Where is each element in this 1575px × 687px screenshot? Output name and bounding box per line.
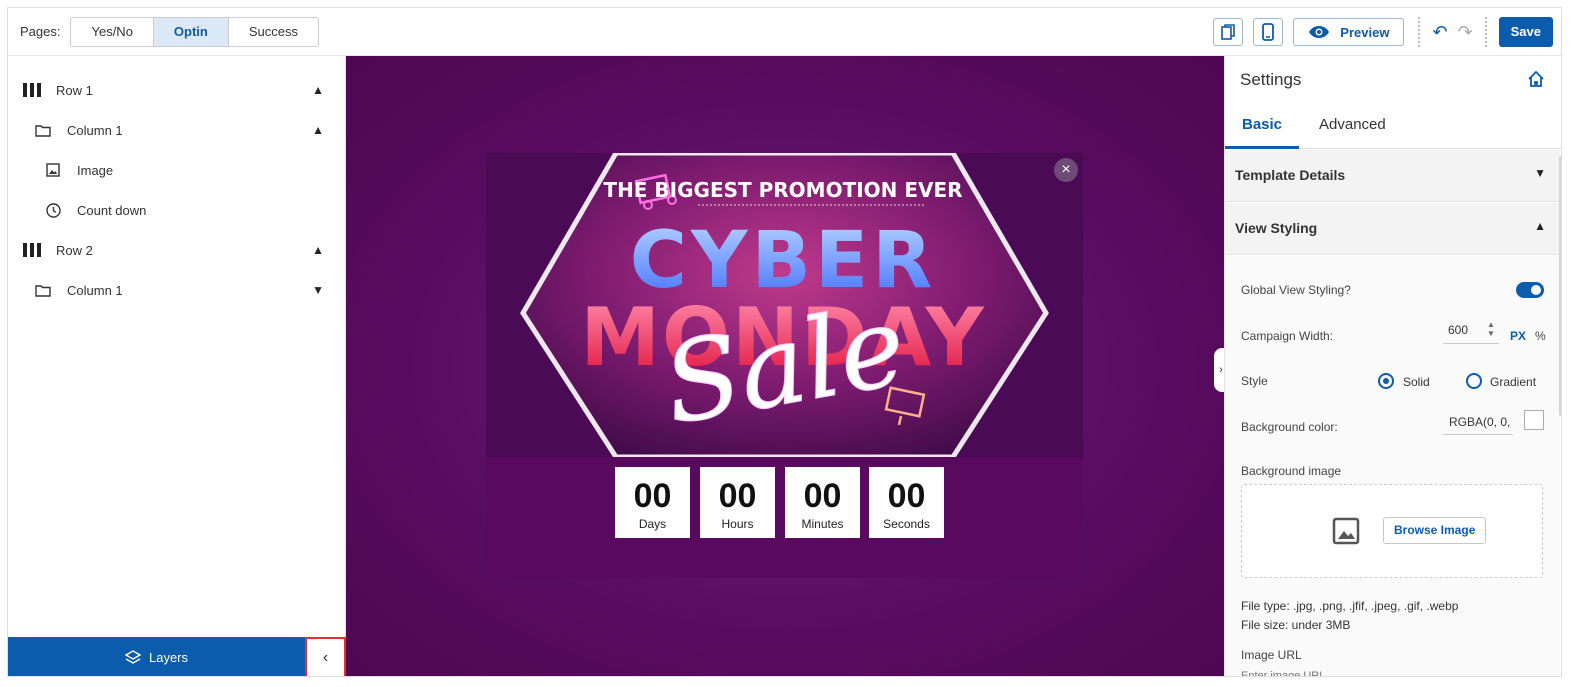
promo-banner-image[interactable]: THE BIGGEST PROMOTION EVER CYBER MONDAY … bbox=[486, 153, 1083, 457]
layer-label: Row 1 bbox=[56, 82, 93, 98]
page-tab-success[interactable]: Success bbox=[229, 18, 318, 46]
background-image-dropzone[interactable]: Browse Image bbox=[1241, 484, 1543, 578]
accordion-title: Template Details bbox=[1235, 167, 1346, 183]
collapse-panel-button[interactable]: ‹ bbox=[305, 637, 346, 676]
tab-basic[interactable]: Basic bbox=[1225, 103, 1299, 149]
background-image-label: Background image bbox=[1241, 464, 1342, 478]
color-swatch[interactable] bbox=[1524, 410, 1544, 430]
view-styling-body: Global View Styling? Campaign Width: 600… bbox=[1225, 256, 1560, 676]
layers-label: Layers bbox=[148, 650, 189, 665]
row-icon bbox=[23, 83, 41, 97]
top-toolbar: Pages: Yes/No Optin Success Preview ↶ ↷ … bbox=[8, 8, 1561, 56]
layer-column-1[interactable]: Column 1 ▲ bbox=[35, 110, 346, 150]
countdown-seconds: 00 Seconds bbox=[869, 467, 944, 538]
preview-button[interactable]: Preview bbox=[1293, 18, 1405, 46]
redo-icon[interactable]: ↷ bbox=[1458, 22, 1473, 43]
image-url-input[interactable] bbox=[1241, 670, 1543, 676]
chevron-up-icon[interactable]: ▲ bbox=[312, 123, 324, 137]
folder-icon bbox=[35, 284, 51, 297]
background-color-input[interactable]: RGBA(0, 0, 0 bbox=[1443, 407, 1513, 435]
desktop-view-button[interactable] bbox=[1213, 18, 1244, 46]
layer-row-1[interactable]: Row 1 ▲ bbox=[23, 70, 346, 110]
layer-label: Column 1 bbox=[67, 122, 123, 138]
layer-label: Count down bbox=[77, 202, 147, 218]
layer-label: Row 2 bbox=[56, 242, 93, 258]
image-placeholder-icon bbox=[1332, 517, 1360, 545]
chevron-up-icon[interactable]: ▲ bbox=[312, 243, 324, 257]
layer-column-1[interactable]: Column 1 ▼ bbox=[35, 270, 346, 310]
unit-percent-option[interactable]: % bbox=[1535, 329, 1546, 343]
chevron-right-icon: › bbox=[1219, 364, 1223, 376]
layers-footer: Layers ‹ bbox=[8, 637, 346, 676]
layer-label: Image bbox=[77, 162, 114, 178]
page-tab-optin[interactable]: Optin bbox=[153, 17, 229, 46]
browse-image-button[interactable]: Browse Image bbox=[1383, 517, 1487, 544]
accordion-title: View Styling bbox=[1235, 220, 1318, 236]
editor-frame: Pages: Yes/No Optin Success Preview ↶ ↷ … bbox=[7, 7, 1562, 677]
style-gradient-radio[interactable] bbox=[1466, 373, 1482, 389]
layers-toggle[interactable]: Layers bbox=[8, 649, 305, 666]
campaign-popup[interactable]: THE BIGGEST PROMOTION EVER CYBER MONDAY … bbox=[486, 153, 1083, 578]
template-details-accordion[interactable]: Template Details ▼ bbox=[1225, 150, 1560, 202]
folder-icon bbox=[35, 124, 51, 137]
save-button[interactable]: Save bbox=[1498, 17, 1553, 47]
toolbar-divider bbox=[1418, 17, 1421, 47]
chevron-up-icon[interactable]: ▲ bbox=[312, 83, 324, 97]
copy-icon bbox=[1221, 24, 1236, 40]
toolbar-divider bbox=[1484, 17, 1487, 47]
headline-top: THE BIGGEST PROMOTION EVER bbox=[603, 178, 962, 202]
countdown-days: 00 Days bbox=[615, 467, 690, 538]
toolbar-actions: Preview ↶ ↷ Save bbox=[1213, 17, 1553, 47]
tab-advanced[interactable]: Advanced bbox=[1319, 103, 1386, 149]
global-view-styling-label: Global View Styling? bbox=[1241, 283, 1351, 297]
countdown-minutes: 00 Minutes bbox=[785, 467, 860, 538]
style-solid-radio[interactable] bbox=[1378, 373, 1394, 389]
campaign-width-label: Campaign Width: bbox=[1241, 329, 1334, 343]
view-styling-accordion[interactable]: View Styling ▲ bbox=[1225, 203, 1560, 255]
mobile-icon bbox=[1262, 23, 1275, 41]
settings-panel: Settings Basic Advanced Template Details… bbox=[1224, 56, 1561, 676]
layer-row-2[interactable]: Row 2 ▲ bbox=[23, 230, 346, 270]
style-label: Style bbox=[1241, 374, 1268, 388]
global-view-styling-toggle[interactable] bbox=[1516, 282, 1544, 298]
chevron-left-icon: ‹ bbox=[322, 648, 329, 666]
file-size-info: File size: under 3MB bbox=[1241, 618, 1351, 632]
eye-icon bbox=[1309, 26, 1330, 38]
page-tab-yes-no[interactable]: Yes/No bbox=[71, 17, 154, 46]
chevron-up-icon: ▲ bbox=[1534, 219, 1546, 233]
file-type-info: File type: .jpg, .png, .jfif, .jpeg, .gi… bbox=[1241, 599, 1459, 613]
row-icon bbox=[23, 243, 41, 257]
countdown-hours: 00 Hours bbox=[700, 467, 775, 538]
settings-tabs: Basic Advanced bbox=[1225, 103, 1561, 149]
chevron-down-icon: ▼ bbox=[1534, 166, 1546, 180]
editor-canvas: THE BIGGEST PROMOTION EVER CYBER MONDAY … bbox=[346, 56, 1224, 676]
stepper-icon[interactable]: ▲ ▼ bbox=[1487, 320, 1495, 338]
background-color-label: Background color: bbox=[1241, 420, 1338, 434]
pages-switcher: Yes/No Optin Success bbox=[70, 16, 319, 47]
close-icon[interactable]: × bbox=[1054, 158, 1078, 182]
image-url-label: Image URL bbox=[1241, 648, 1302, 662]
style-solid-label: Solid bbox=[1403, 375, 1430, 389]
chevron-down-icon[interactable]: ▼ bbox=[312, 283, 324, 297]
pages-label: Pages: bbox=[20, 24, 61, 39]
unit-px-option[interactable]: PX bbox=[1510, 329, 1526, 343]
layers-icon bbox=[124, 649, 141, 664]
image-icon bbox=[46, 163, 60, 177]
layers-panel: Row 1 ▲ Column 1 ▲ Image Count down Row … bbox=[8, 56, 346, 676]
layer-label: Column 1 bbox=[67, 282, 123, 298]
clock-icon bbox=[46, 202, 61, 218]
preview-label: Preview bbox=[1340, 24, 1390, 40]
style-gradient-label: Gradient bbox=[1490, 375, 1537, 389]
settings-scrollbar[interactable] bbox=[1559, 156, 1561, 416]
cyber-monday-artwork: THE BIGGEST PROMOTION EVER CYBER MONDAY … bbox=[486, 153, 1083, 457]
home-icon[interactable] bbox=[1527, 70, 1545, 88]
layer-image[interactable]: Image bbox=[46, 150, 346, 190]
settings-title: Settings bbox=[1240, 70, 1302, 89]
mobile-view-button[interactable] bbox=[1253, 18, 1284, 46]
layer-countdown[interactable]: Count down bbox=[46, 190, 346, 230]
undo-icon[interactable]: ↶ bbox=[1432, 22, 1447, 43]
